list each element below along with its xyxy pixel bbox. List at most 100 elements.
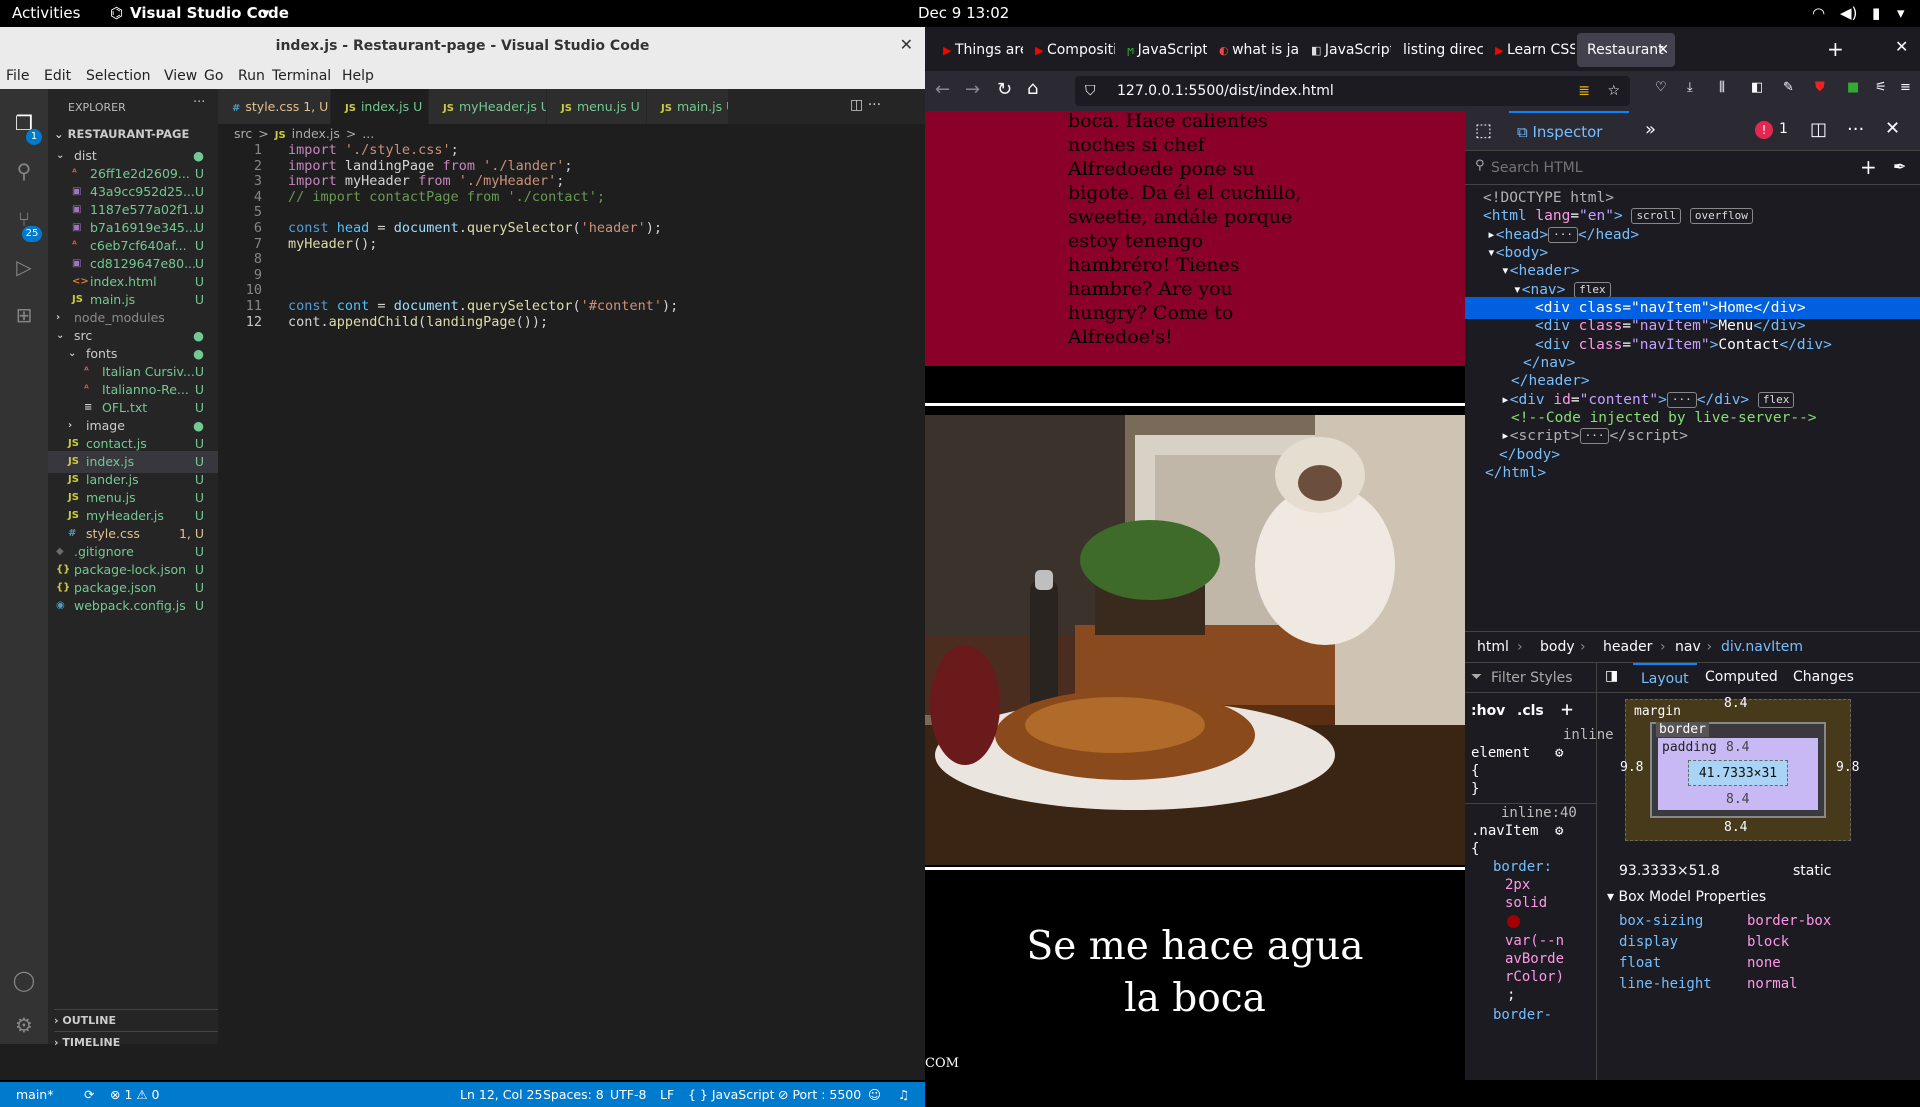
layout-tab[interactable]: Layout [1633,663,1697,693]
overflow-badge[interactable]: overflow [1689,208,1753,224]
box-prop-value[interactable]: normal [1747,976,1798,992]
url-field[interactable]: ⛉ 127.0.0.1:5500/dist/index.html ≣ ☆ [1075,76,1630,106]
eyedropper-icon[interactable]: ✒ [1893,157,1906,176]
forward-icon[interactable]: → [965,79,980,100]
back-icon[interactable]: ← [935,79,950,100]
flex-badge[interactable]: flex [1574,282,1611,298]
split-editor-icon[interactable]: ◫ [850,97,863,113]
settings-gear-icon[interactable]: ⚙ [8,1009,40,1041]
menu-terminal[interactable]: Terminal [272,68,331,84]
error-icon[interactable]: ! [1755,121,1773,139]
box-model-content[interactable]: 41.7333×31 [1688,760,1788,786]
notifications-icon[interactable]: ♫ [898,1087,909,1102]
app-menu-caret-icon[interactable]: ▾ [262,4,270,22]
accounts-icon[interactable]: ◯ [8,964,40,996]
border-property[interactable]: border: [1493,859,1552,875]
outline-section[interactable]: › OUTLINE [54,1009,218,1027]
inspector-tab[interactable]: ⧉ Inspector [1509,111,1629,151]
menu-edit[interactable]: Edit [44,68,71,84]
code-editor[interactable]: src > JS index.js >... 1 import './style.css'… [218,124,925,1044]
border-value-style[interactable]: solid [1505,895,1547,911]
border-value-width[interactable]: 2px [1505,877,1530,893]
sidebar-icon[interactable]: ◧ [1751,80,1763,95]
reload-icon[interactable]: ↻ [997,79,1012,100]
element-rule-gear-icon[interactable]: ⚙ [1555,745,1563,761]
breadcrumb-segment[interactable]: JS [275,130,286,141]
close-devtools-icon[interactable]: ✕ [1885,118,1900,139]
margin-bottom-value[interactable]: 8.4 [1724,820,1747,835]
battery-icon[interactable]: ▮ [1872,4,1880,22]
live-server-port[interactable]: ⊘ Port : 5500 [778,1087,861,1102]
class-toggle[interactable]: .cls [1517,703,1544,719]
editor-tab[interactable]: JS main.js U [647,89,729,124]
border-value-var-3[interactable]: rColor) [1505,969,1564,985]
box-prop-value[interactable]: block [1747,934,1789,950]
problems-indicator[interactable]: ⊗ 1 ⚠ 0 [110,1087,160,1102]
margin-left-value[interactable]: 9.8 [1620,760,1643,775]
ublock-icon[interactable]: ⛊ [1815,80,1825,95]
run-debug-icon[interactable]: ▷ [8,251,40,283]
editor-tab[interactable]: JSmyHeader.js U ● [429,89,547,124]
encoding[interactable]: UTF-8 [610,1087,646,1102]
editor-tab[interactable]: JS index.js U ✕ [331,89,429,124]
margin-right-value[interactable]: 9.8 [1836,760,1859,775]
language-mode[interactable]: { } JavaScript [688,1087,775,1102]
element-picker-icon[interactable]: ⬚ [1475,120,1492,141]
sync-icon[interactable]: ⟳ [84,1087,94,1102]
node-crumb[interactable]: body [1540,632,1575,662]
code-line[interactable]: import landingPage from './lander'; [288,158,573,174]
browser-tab[interactable]: listing directo [1393,33,1483,67]
project-folder[interactable]: ⌄ RESTAURANT-PAGE [54,127,189,141]
search-html-input[interactable] [1491,155,1821,181]
border-next-property[interactable]: border- [1493,1007,1552,1023]
node-crumb[interactable]: div.navItem [1721,632,1803,662]
search-icon[interactable]: ⚲ [8,155,40,187]
more-tools-icon[interactable]: » [1645,119,1656,140]
browser-tab[interactable]: Restaurant ✕ [1577,33,1675,67]
tracking-shield-icon[interactable]: ⛉ [1085,76,1096,106]
code-line[interactable]: myHeader(); [288,236,377,252]
breadcrumb-segment[interactable]: ... [362,126,374,141]
browser-tab[interactable]: ◐ what is jav [1209,33,1299,67]
devtools-menu-icon[interactable]: ··· [1847,119,1864,140]
computed-tab[interactable]: Computed [1705,669,1778,685]
timeline-section[interactable]: › TIMELINE [54,1031,218,1049]
customize-icon[interactable]: ⚟ [1875,80,1887,95]
menu-run[interactable]: Run [238,68,265,84]
code-line[interactable]: const head = document.querySelector('hea… [288,220,662,236]
close-tab-icon[interactable]: ✕ [1657,33,1669,67]
scroll-badge[interactable]: scroll [1631,208,1682,224]
add-node-icon[interactable]: + [1860,155,1877,179]
close-tab-icon[interactable]: ✕ [422,99,428,114]
pseudo-class-toggle[interactable]: :hov [1471,703,1505,719]
cursor-position[interactable]: Ln 12, Col 25 [460,1087,542,1102]
add-rule-icon[interactable]: + [1561,697,1573,721]
box-model-properties-header[interactable]: ▾ Box Model Properties [1607,889,1766,905]
padding-bottom-value[interactable]: 8.4 [1726,792,1749,807]
breadcrumb-segment[interactable]: index.js [292,126,340,141]
node-crumb[interactable]: nav [1675,632,1701,662]
border-value-var-1[interactable]: var(--n [1505,933,1564,949]
indentation[interactable]: Spaces: 8 [543,1087,604,1102]
breadcrumb-segment[interactable]: src [234,126,252,141]
more-actions-icon[interactable]: ··· [193,95,205,110]
activities-button[interactable]: Activities [12,4,80,22]
node-crumb[interactable]: header [1603,632,1652,662]
branch-indicator[interactable]: main* [16,1087,53,1102]
wifi-icon[interactable]: ◠ [1812,4,1825,22]
menu-view[interactable]: View [164,68,197,84]
library-icon[interactable]: ⫼ [1719,80,1725,95]
error-count[interactable]: 1 [1779,121,1788,137]
close-window-icon[interactable]: ✕ [900,35,913,54]
browser-tab[interactable]: ▶ Learn CSS [1485,33,1575,67]
clock[interactable]: Dec 9 13:02 [918,4,1009,22]
border-value-var-2[interactable]: avBorde [1505,951,1564,967]
navitem-rule-gear-icon[interactable]: ⚙ [1555,823,1563,839]
box-prop-value[interactable]: none [1747,955,1781,971]
code-line[interactable]: cont.appendChild(landingPage()); [288,314,548,330]
box-prop-value[interactable]: border-box [1747,913,1831,929]
browser-tab[interactable]: ϻ JavaScript [1117,33,1207,67]
dock-icon[interactable]: ◫ [1810,119,1827,140]
extension-icon[interactable]: ✎ [1783,80,1794,95]
feedback-icon[interactable]: ☺ [868,1087,881,1102]
